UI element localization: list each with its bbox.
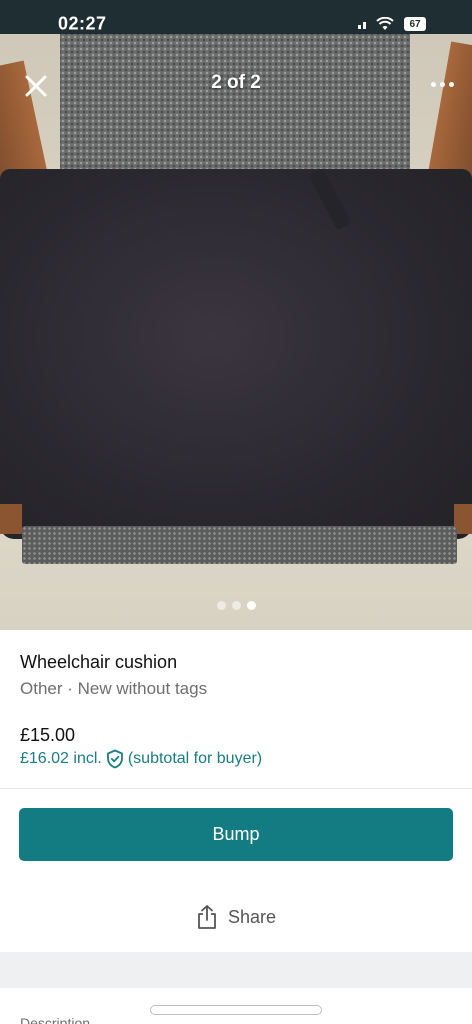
- home-indicator[interactable]: [150, 1005, 322, 1015]
- battery-level: 67: [409, 18, 421, 30]
- more-options-icon[interactable]: [431, 82, 454, 87]
- wifi-icon: [376, 17, 394, 30]
- chair-leg-left: [0, 504, 22, 534]
- cushion-image: [0, 169, 472, 539]
- status-bar: 02:27 67: [0, 0, 472, 34]
- bump-button[interactable]: Bump: [19, 808, 453, 861]
- price-incl-row[interactable]: £16.02 incl. (subtotal for buyer): [20, 749, 262, 769]
- status-time: 02:27: [58, 13, 107, 34]
- share-label: Share: [227, 906, 277, 927]
- buyer-protection-shield-icon: [106, 749, 123, 769]
- chair-front-rail: [22, 526, 457, 564]
- description-heading: Description: [20, 1015, 91, 1024]
- buyer-note: (subtotal for buyer): [127, 750, 263, 767]
- share-icon: [198, 905, 216, 929]
- status-icons: 67: [358, 17, 426, 31]
- photo-counter: 2 of 2: [211, 72, 261, 93]
- signal-icon: [358, 19, 366, 29]
- listing-price: £15.00: [20, 725, 76, 745]
- share-button[interactable]: Share: [0, 893, 472, 941]
- carousel-dots: [0, 601, 472, 610]
- product-photo[interactable]: 2 of 2: [0, 34, 472, 630]
- battery-icon: 67: [404, 17, 426, 31]
- price-incl-value: £16.02 incl.: [20, 750, 102, 767]
- carousel-dot[interactable]: [231, 601, 241, 610]
- listing-title: Wheelchair cushion: [20, 652, 178, 672]
- carousel-dot-active[interactable]: [246, 601, 256, 610]
- listing-subtitle: Other · New without tags: [20, 679, 208, 698]
- carousel-dot[interactable]: [216, 601, 226, 610]
- section-separator: [0, 952, 472, 988]
- divider: [0, 788, 472, 789]
